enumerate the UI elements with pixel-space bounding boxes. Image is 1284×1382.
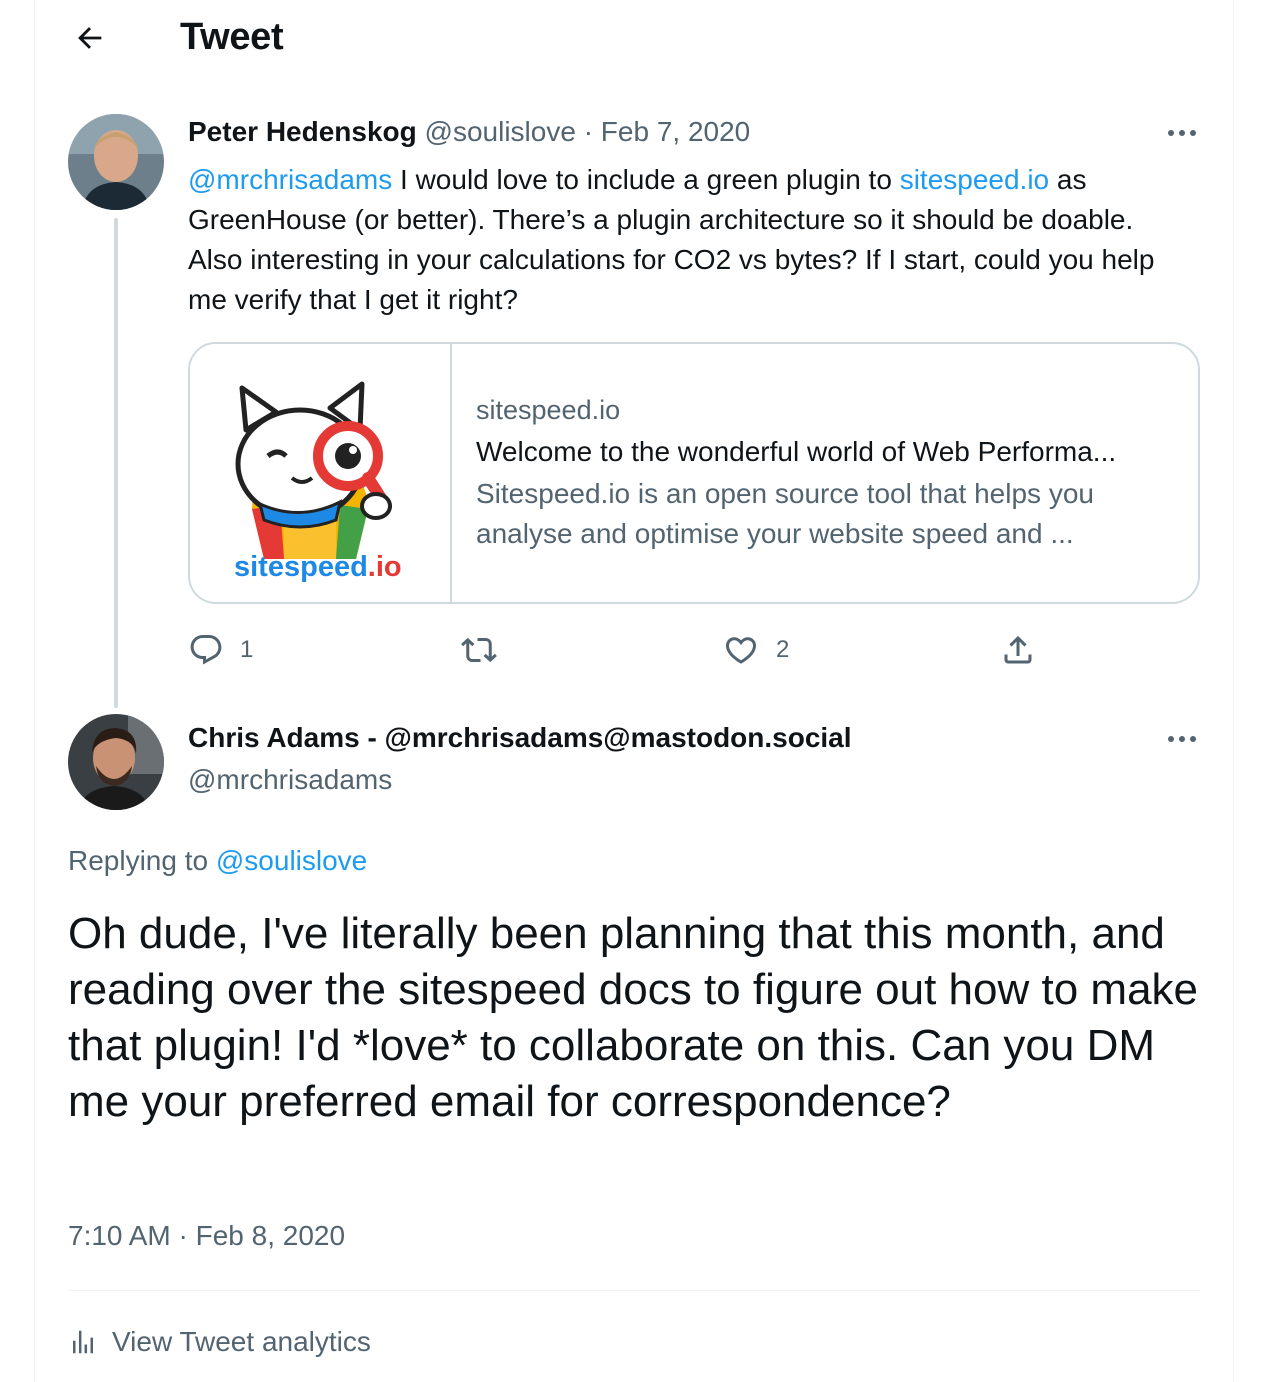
back-arrow-icon	[78, 27, 102, 49]
more-icon	[1168, 130, 1196, 136]
share-icon	[1004, 635, 1032, 664]
author-handle[interactable]: @soulislove	[425, 116, 576, 147]
tweet-timestamp[interactable]: 7:10 AM · Feb 8, 2020	[68, 1220, 345, 1252]
author-handle[interactable]: @mrchrisadams	[188, 764, 392, 796]
avatar-image	[68, 114, 164, 210]
reply-icon	[190, 635, 222, 665]
retweet-button[interactable]	[460, 632, 498, 668]
more-icon	[1168, 736, 1196, 742]
more-button[interactable]	[1162, 724, 1202, 754]
reply-button[interactable]: 1	[188, 632, 253, 668]
analytics-icon	[73, 1330, 93, 1354]
like-button[interactable]: 2	[722, 632, 789, 668]
divider	[68, 1290, 1200, 1291]
analytics-label: View Tweet analytics	[112, 1326, 371, 1357]
retweet-icon	[461, 637, 497, 663]
like-count: 2	[776, 636, 790, 663]
tweet-date[interactable]: Feb 7, 2020	[601, 116, 750, 147]
sitespeed-logo: sitespeed.io	[234, 381, 402, 583]
reply-count: 1	[240, 636, 254, 663]
card-domain: sitespeed.io	[476, 395, 621, 425]
more-button[interactable]	[1162, 118, 1202, 148]
share-button[interactable]	[1000, 632, 1036, 668]
card-title: Welcome to the wonderful world of Web Pe…	[476, 436, 1117, 467]
thread-line	[114, 218, 118, 708]
tweet1-header: Peter Hedenskog @soulislove · Feb 7, 202…	[188, 116, 750, 148]
author-name[interactable]: Chris Adams - @mrchrisadams@mastodon.soc…	[188, 722, 852, 754]
avatar-chris[interactable]	[68, 714, 164, 810]
tweet2-text: Oh dude, I've literally been planning th…	[68, 909, 1199, 1126]
replying-to-link[interactable]: @soulislove	[216, 845, 367, 876]
card-description: Sitespeed.io is an open source tool that…	[476, 478, 1094, 549]
link-card[interactable]: sitespeed.io sitespeed.io Welcome to the…	[188, 342, 1200, 604]
card-image: sitespeed.io	[190, 344, 452, 602]
avatar-image	[68, 714, 164, 810]
tweet-text-part: I would love to include a green plugin t…	[392, 164, 900, 195]
mention-link[interactable]: @mrchrisadams	[188, 164, 392, 195]
logo-text-2: .io	[368, 551, 402, 583]
avatar-peter[interactable]	[68, 114, 164, 210]
view-analytics-button[interactable]: View Tweet analytics	[68, 1326, 371, 1358]
replying-prefix: Replying to	[68, 845, 216, 876]
logo-text-1: sitespeed	[234, 551, 368, 583]
back-button[interactable]	[70, 18, 110, 58]
replying-to: Replying to @soulislove	[68, 845, 367, 877]
tweet1-text: @mrchrisadams I would love to include a …	[188, 160, 1178, 320]
card-body: sitespeed.io Welcome to the wonderful wo…	[452, 344, 1196, 602]
page-title: Tweet	[180, 16, 284, 58]
like-icon	[725, 637, 757, 664]
dot-separator: ·	[583, 116, 594, 147]
svg-text:sitespeed.io: sitespeed.io	[234, 551, 402, 583]
author-name[interactable]: Peter Hedenskog	[188, 116, 417, 147]
url-link[interactable]: sitespeed.io	[900, 164, 1049, 195]
